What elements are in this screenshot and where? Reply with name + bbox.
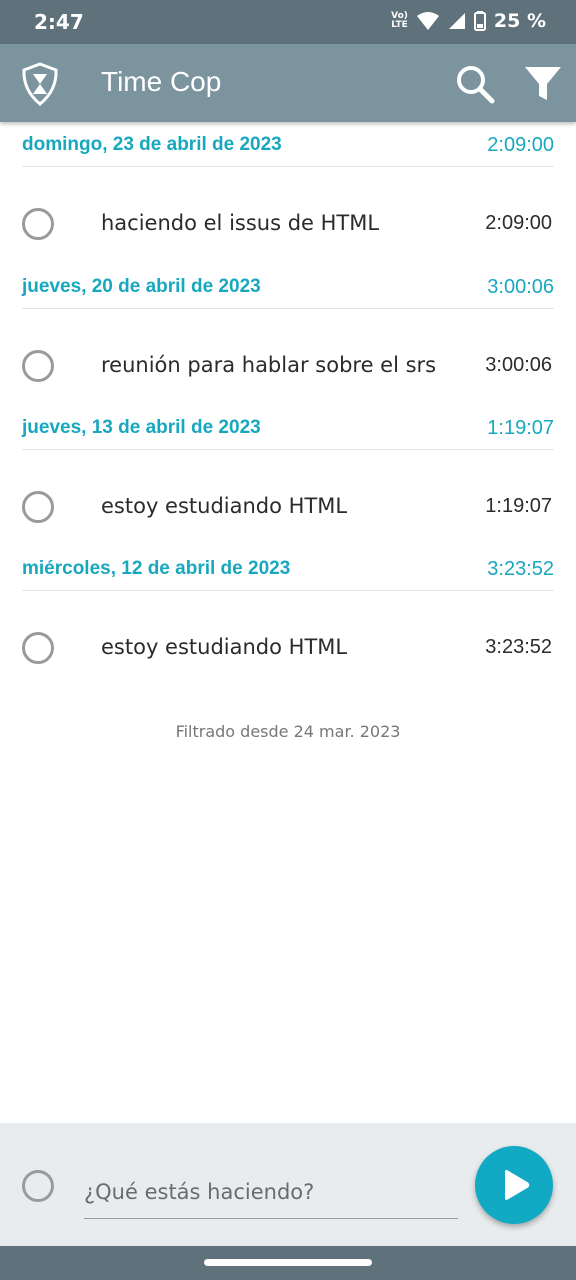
date-label: miércoles, 12 de abril de 2023 — [22, 558, 291, 579]
home-indicator[interactable] — [204, 1259, 372, 1266]
select-radio[interactable] — [22, 208, 54, 240]
status-icons: Vo) LTE 25 % — [391, 10, 546, 32]
date-total: 3:23:52 — [487, 558, 554, 580]
date-label: domingo, 23 de abril de 2023 — [22, 134, 282, 155]
app-title: Time Cop — [101, 66, 222, 97]
battery-level: 25 % — [493, 10, 546, 32]
date-header: jueves, 20 de abril de 2023 3:00:06 — [22, 264, 554, 309]
list-item[interactable]: estoy estudiando HTML 1:19:07 — [0, 469, 576, 543]
play-icon — [505, 1170, 530, 1200]
project-select-radio[interactable] — [22, 1170, 54, 1202]
date-header: miércoles, 12 de abril de 2023 3:23:52 — [22, 546, 554, 591]
battery-icon — [473, 11, 486, 31]
entry-duration: 3:23:52 — [485, 636, 552, 658]
filter-note: Filtrado desde 24 mar. 2023 — [175, 722, 401, 741]
status-time: 2:47 — [34, 10, 84, 34]
date-header: jueves, 13 de abril de 2023 1:19:07 — [22, 405, 554, 450]
entry-duration: 2:09:00 — [485, 212, 552, 234]
select-radio[interactable] — [22, 350, 54, 382]
wifi-icon — [416, 12, 439, 30]
date-header: domingo, 23 de abril de 2023 2:09:00 — [22, 122, 554, 167]
date-total: 3:00:06 — [487, 276, 554, 298]
entry-description: estoy estudiando HTML — [101, 494, 348, 518]
start-timer-button[interactable] — [475, 1146, 553, 1224]
date-label: jueves, 13 de abril de 2023 — [22, 417, 261, 438]
list-item[interactable]: haciendo el issus de HTML 2:09:00 — [0, 186, 576, 260]
volte-bottom-label: LTE — [391, 20, 408, 30]
app-bar: Time Cop — [0, 44, 576, 122]
list-item[interactable]: estoy estudiando HTML 3:23:52 — [0, 610, 576, 684]
description-input[interactable] — [84, 1165, 458, 1219]
select-radio[interactable] — [22, 632, 54, 664]
date-label: jueves, 20 de abril de 2023 — [22, 276, 261, 297]
entry-description: haciendo el issus de HTML — [101, 211, 380, 235]
filter-icon[interactable] — [522, 64, 564, 104]
entry-description: reunión para hablar sobre el srs — [101, 353, 437, 377]
date-total: 1:19:07 — [487, 417, 554, 439]
entry-description: estoy estudiando HTML — [101, 635, 348, 659]
signal-icon — [448, 13, 465, 29]
list-item[interactable]: reunión para hablar sobre el srs 3:00:06 — [0, 328, 576, 402]
navigation-bar — [0, 1246, 576, 1280]
new-entry-bar — [0, 1123, 576, 1246]
volte-icon: Vo) LTE — [391, 12, 408, 30]
date-total: 2:09:00 — [487, 134, 554, 156]
select-radio[interactable] — [22, 491, 54, 523]
entry-duration: 1:19:07 — [485, 495, 552, 517]
badge-hourglass-icon — [22, 62, 58, 106]
status-bar: 2:47 Vo) LTE 25 % — [0, 0, 576, 44]
search-icon[interactable] — [454, 63, 496, 105]
entry-duration: 3:00:06 — [485, 354, 552, 376]
